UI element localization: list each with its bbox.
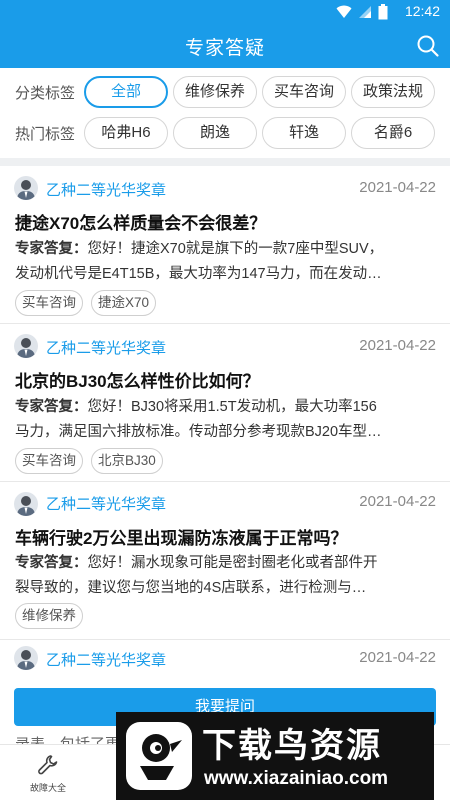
hot-label: 热门标签 <box>15 126 76 143</box>
avatar <box>14 176 38 200</box>
hot-tag-haval-h6[interactable]: 哈弗H6 <box>84 117 168 149</box>
question-card[interactable]: 乙种二等光华奖章 2021-04-22 捷途X70怎么样质量会不会很差？ 专家答… <box>0 166 450 324</box>
tag-list: 买车咨询 捷途X70 <box>15 290 157 316</box>
hot-filter-row: 热门标签 哈弗H6 朗逸 轩逸 名爵6 <box>0 117 450 149</box>
status-icons <box>336 4 388 20</box>
user-avatar-icon <box>17 496 35 516</box>
answer-label: 专家答复： <box>15 555 88 571</box>
answer-preview: 专家答复：您好！漏水现象可能是密封圈老化或者部件开 裂导致的，建议您与您当地的4… <box>15 551 432 601</box>
signal-icon <box>359 6 371 18</box>
author-name: 乙种二等光华奖章 <box>46 652 167 669</box>
watermark-title: 下载鸟资源 <box>202 727 382 765</box>
category-tag-all[interactable]: 全部 <box>84 76 168 108</box>
category-tag-maintenance[interactable]: 维修保养 <box>173 76 257 108</box>
question-title: 捷途X70怎么样质量会不会很差？ <box>15 214 267 233</box>
category-label: 分类标签 <box>15 85 76 102</box>
tag-chip[interactable]: 买车咨询 <box>15 290 83 316</box>
page-title: 专家答疑 <box>184 38 265 59</box>
hot-tag-mg6[interactable]: 名爵6 <box>351 117 435 149</box>
author-name: 乙种二等光华奖章 <box>46 182 167 199</box>
answer-text: 您好！BJ30将采用1.5T发动机，最大功率156 <box>87 399 377 415</box>
avatar <box>14 334 38 358</box>
question-title: 车辆行驶2万公里出现漏防冻液属于正常吗？ <box>15 529 348 548</box>
search-icon <box>417 35 439 57</box>
answer-text: 您好！捷途X70就是旗下的一款7座中型SUV， <box>87 241 384 257</box>
question-date: 2021-04-22 <box>359 493 436 510</box>
answer-text: 您好！漏水现象可能是密封圈老化或者部件开 <box>87 555 378 571</box>
answer-text: 马力，满足国六排放标准。传动部分参考现款BJ20车型… <box>15 424 382 440</box>
user-avatar-icon <box>17 650 35 670</box>
app-bar: 专家答疑 <box>0 24 450 68</box>
tag-list: 维修保养 <box>15 603 83 629</box>
tag-list: 买车咨询 北京BJ30 <box>15 448 163 474</box>
watermark-logo <box>126 722 192 790</box>
author-name: 乙种二等光华奖章 <box>46 340 167 357</box>
tag-chip[interactable]: 买车咨询 <box>15 448 83 474</box>
question-card[interactable]: 乙种二等光华奖章 2021-04-22 北京的BJ30怎么样性价比如何？ 专家答… <box>0 324 450 482</box>
user-avatar-icon <box>17 180 35 200</box>
answer-preview: 专家答复：您好！BJ30将采用1.5T发动机，最大功率156 马力，满足国六排放… <box>15 395 432 445</box>
answer-preview: 专家答复：您好！捷途X70就是旗下的一款7座中型SUV， 发动机代号是E4T15… <box>15 237 432 287</box>
answer-label: 专家答复： <box>15 241 88 257</box>
avatar <box>14 646 38 670</box>
nav-item-fault[interactable]: 故障大全 <box>18 753 78 794</box>
nav-label: 故障大全 <box>29 783 66 793</box>
battery-icon <box>378 4 388 20</box>
tag-chip[interactable]: 北京BJ30 <box>91 448 163 474</box>
hot-tag-lavida[interactable]: 朗逸 <box>173 117 257 149</box>
category-filter-row: 分类标签 全部 维修保养 买车咨询 政策法规 <box>0 76 450 108</box>
question-card[interactable]: 乙种二等光华奖章 2021-04-22 车辆行驶2万公里出现漏防冻液属于正常吗？… <box>0 482 450 640</box>
question-date: 2021-04-22 <box>359 179 436 196</box>
answer-text: 发动机代号是E4T15B，最大功率为147马力，而在发动… <box>15 266 382 282</box>
user-avatar-icon <box>17 338 35 358</box>
status-bar: 12:42 <box>0 0 450 24</box>
question-title: 北京的BJ30怎么样性价比如何？ <box>15 372 260 391</box>
tag-chip[interactable]: 维修保养 <box>15 603 83 629</box>
hot-tag-sylphy[interactable]: 轩逸 <box>262 117 346 149</box>
question-date: 2021-04-22 <box>359 337 436 354</box>
section-divider <box>0 158 450 166</box>
answer-label: 专家答复： <box>15 399 88 415</box>
answer-text: 裂导致的，建议您与您当地的4S店联系，进行检测与… <box>15 580 367 596</box>
question-card[interactable]: 乙种二等光华奖章 2021-04-22 <box>0 640 450 688</box>
bird-logo-icon <box>140 734 182 780</box>
search-button[interactable] <box>416 34 440 58</box>
avatar <box>14 492 38 516</box>
author-name: 乙种二等光华奖章 <box>46 496 167 513</box>
filter-panel: 分类标签 全部 维修保养 买车咨询 政策法规 热门标签 哈弗H6 朗逸 轩逸 名… <box>0 68 450 158</box>
watermark-banner: 下载鸟资源 www.xiazainiao.com <box>116 712 434 800</box>
wifi-icon <box>336 5 352 18</box>
tag-chip[interactable]: 捷途X70 <box>91 290 157 316</box>
wrench-icon <box>38 755 58 775</box>
category-tag-policy[interactable]: 政策法规 <box>351 76 435 108</box>
status-time: 12:42 <box>404 3 440 19</box>
category-tag-car-purchase[interactable]: 买车咨询 <box>262 76 346 108</box>
watermark-url: www.xiazainiao.com <box>204 768 389 789</box>
question-date: 2021-04-22 <box>359 649 436 666</box>
